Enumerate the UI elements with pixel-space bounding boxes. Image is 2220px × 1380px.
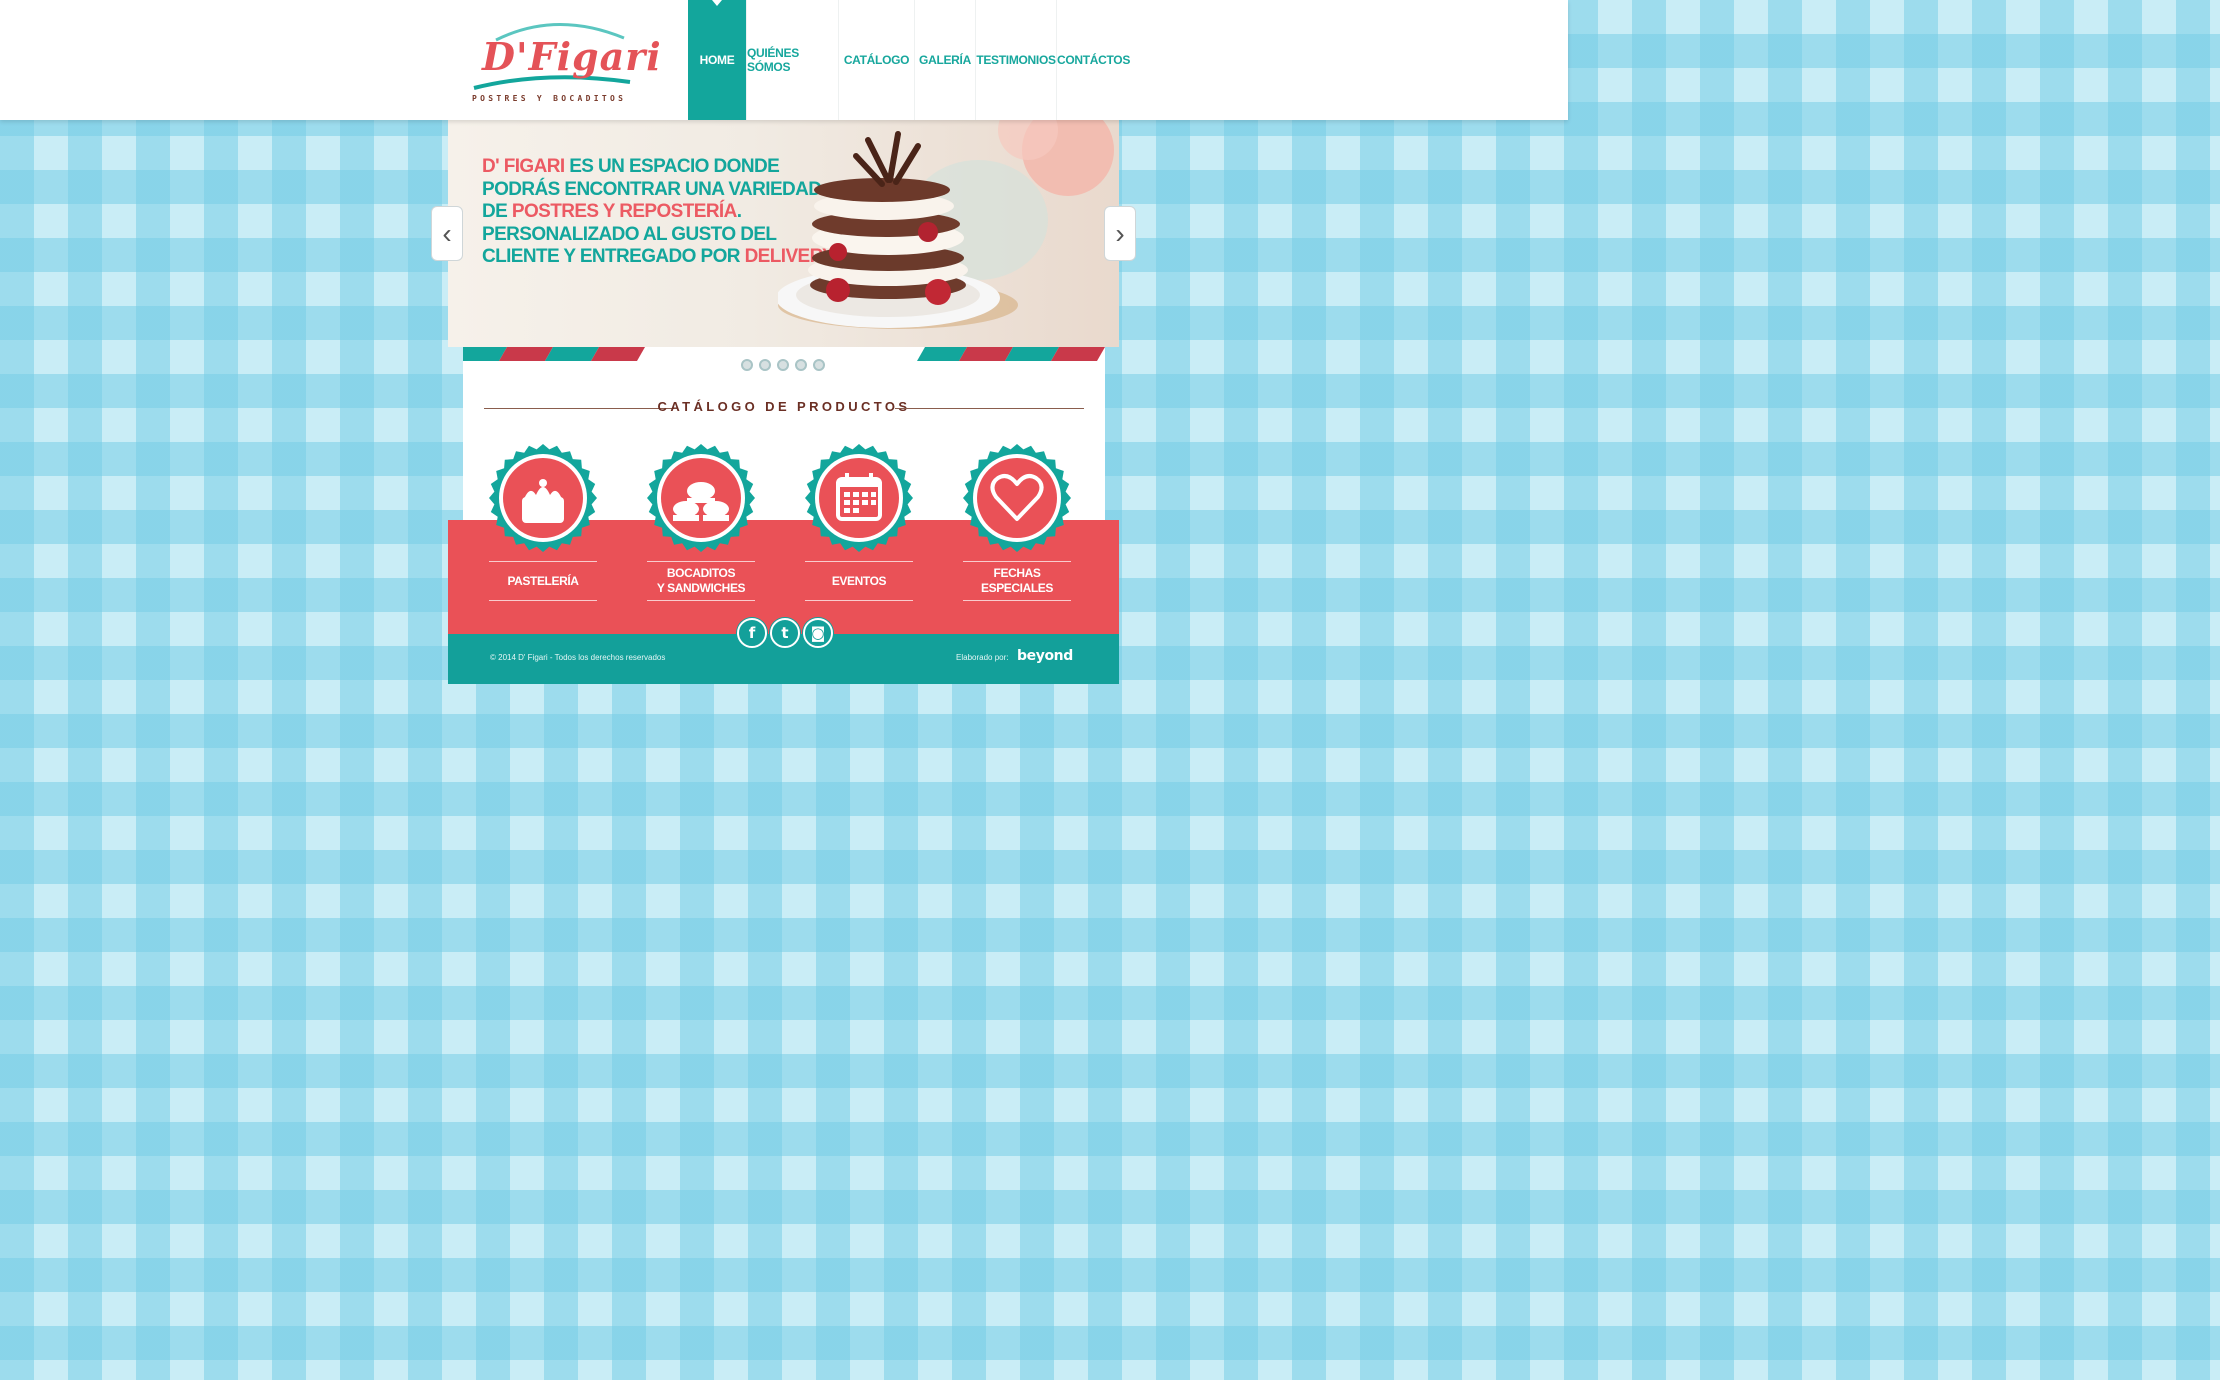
catalog-item-label: EVENTOS bbox=[805, 561, 913, 601]
slider-dot[interactable] bbox=[777, 359, 789, 371]
slider-dot[interactable] bbox=[741, 359, 753, 371]
nav-item-0[interactable]: HOME bbox=[688, 0, 746, 120]
slider-next-button[interactable]: › bbox=[1104, 206, 1136, 261]
nav-item-label: CATÁLOGO bbox=[843, 53, 910, 67]
nav-item-label: CONTÁCTOS bbox=[1056, 53, 1131, 67]
site-header: D'Figari POSTRES Y BOCADITOS HOME QUIÉNES… bbox=[0, 0, 1568, 120]
nav-item-5[interactable]: CONTÁCTOS bbox=[1056, 0, 1130, 120]
nav-item-1[interactable]: QUIÉNES SÓMOS bbox=[746, 0, 838, 120]
catalog-heading: CATÁLOGO DE PRODUCTOS bbox=[484, 397, 1084, 417]
twitter-icon: t bbox=[781, 624, 789, 642]
catalog-item-label: PASTELERÍA bbox=[489, 561, 597, 601]
catalog-title: CATÁLOGO DE PRODUCTOS bbox=[657, 399, 911, 414]
logo-tagline: POSTRES Y BOCADITOS bbox=[472, 94, 627, 103]
slider-prev-button[interactable]: ‹ bbox=[431, 206, 463, 261]
badge-frame bbox=[805, 444, 913, 552]
nav-item-label: QUIÉNES SÓMOS bbox=[747, 46, 799, 74]
badge-frame bbox=[489, 444, 597, 552]
credit-label: Elaborado por: bbox=[956, 653, 1009, 662]
catalog-item-label: BOCADITOS Y SANDWICHES bbox=[647, 561, 755, 601]
hero-slider: D' Figari es un espacio donde podrás enc… bbox=[448, 120, 1119, 347]
copyright-text: © 2014 D' Figari - Todos los derechos re… bbox=[490, 653, 666, 662]
nav-item-2[interactable]: CATÁLOGO bbox=[838, 0, 914, 120]
nav-item-4[interactable]: TESTIMONIOS bbox=[975, 0, 1056, 120]
slider-dot[interactable] bbox=[813, 359, 825, 371]
social-links: f t ◙ bbox=[737, 618, 833, 648]
nav-item-label: TESTIMONIOS bbox=[976, 53, 1056, 67]
hero-text-highlight: postres y repostería bbox=[511, 201, 737, 222]
badge-frame bbox=[963, 444, 1071, 552]
slider-pagination bbox=[741, 359, 825, 371]
nav-item-label: GALERÍA bbox=[919, 53, 971, 67]
catalog-item-label: FECHAS ESPECIALES bbox=[963, 561, 1071, 601]
logo-wordmark: D'Figari bbox=[482, 34, 662, 79]
facebook-icon: f bbox=[748, 624, 756, 642]
twitter-button[interactable]: t bbox=[770, 618, 800, 648]
slider-dot[interactable] bbox=[759, 359, 771, 371]
slider-dot[interactable] bbox=[795, 359, 807, 371]
chevron-right-icon: › bbox=[1115, 217, 1125, 249]
badge-frame bbox=[647, 444, 755, 552]
main-nav: HOME QUIÉNES SÓMOS CATÁLOGO GALERÍA TESTIMON… bbox=[688, 0, 1130, 120]
chevron-left-icon: ‹ bbox=[442, 217, 452, 249]
instagram-icon: ◙ bbox=[810, 624, 826, 642]
nav-item-label: HOME bbox=[699, 53, 735, 67]
heading-rule-right bbox=[895, 408, 1084, 409]
credit-brand-link[interactable]: beyond bbox=[1017, 648, 1073, 664]
facebook-button[interactable]: f bbox=[737, 618, 767, 648]
nav-item-3[interactable]: GALERÍA bbox=[914, 0, 975, 120]
hero-text-highlight: D' Figari bbox=[482, 156, 565, 177]
dessert-image bbox=[778, 120, 1114, 329]
instagram-button[interactable]: ◙ bbox=[803, 618, 833, 648]
logo[interactable]: D'Figari POSTRES Y BOCADITOS bbox=[466, 16, 661, 108]
active-marker-icon bbox=[712, 0, 722, 6]
